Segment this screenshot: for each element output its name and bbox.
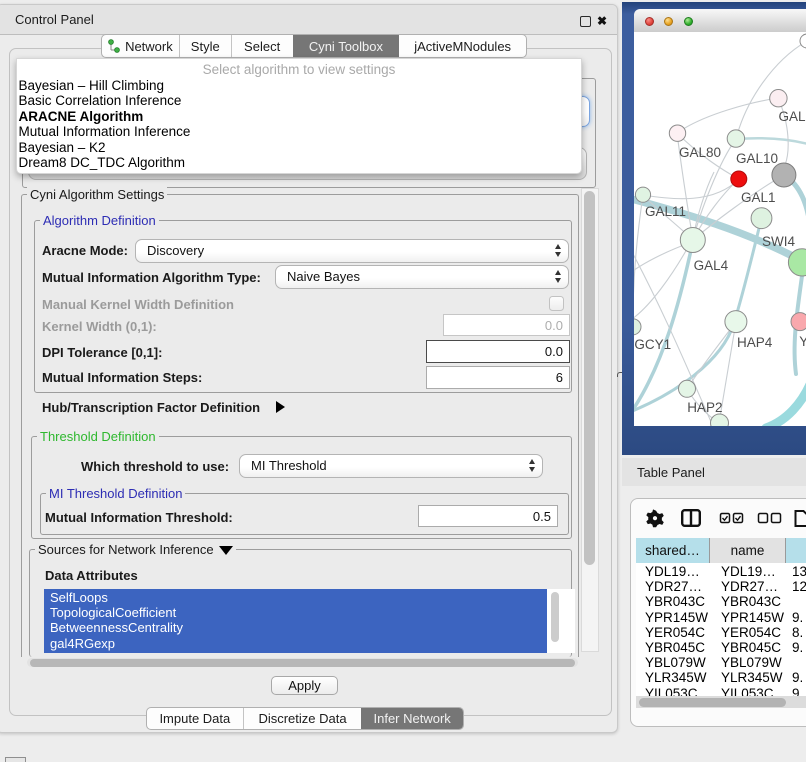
svg-text:GAL4: GAL4: [694, 258, 729, 273]
svg-text:GAL: GAL: [779, 109, 806, 124]
svg-text:HAP4: HAP4: [737, 335, 773, 350]
svg-text:GAL10: GAL10: [736, 151, 778, 166]
svg-text:HAP2: HAP2: [687, 400, 722, 415]
svg-text:GAL11: GAL11: [645, 204, 686, 219]
svg-text:GAL1: GAL1: [741, 190, 776, 205]
svg-text:Y: Y: [799, 334, 806, 349]
svg-text:GAL80: GAL80: [679, 145, 721, 160]
svg-text:GCY1: GCY1: [634, 337, 671, 352]
svg-text:SWI4: SWI4: [762, 234, 795, 249]
